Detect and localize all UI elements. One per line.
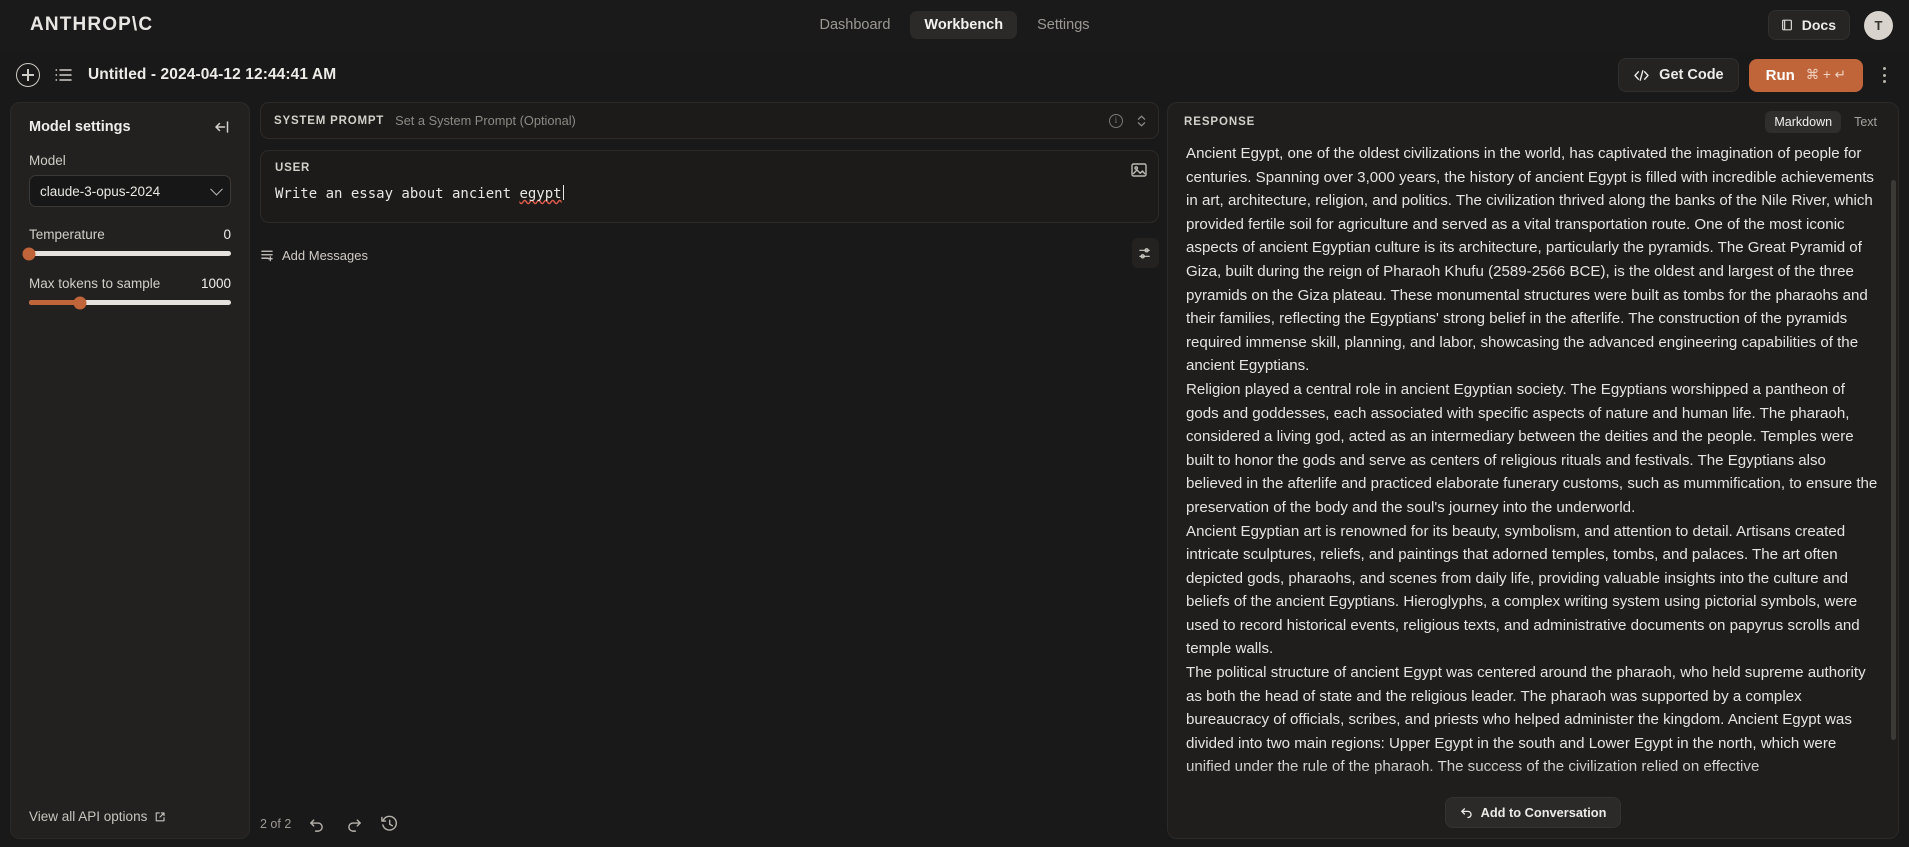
expand-collapse-icon[interactable] [1136,113,1147,129]
add-to-conversation-button[interactable]: Add to Conversation [1444,797,1622,828]
page-counter: 2 of 2 [260,816,292,831]
response-scrollbar[interactable] [1891,180,1896,740]
code-brackets-icon [1633,69,1650,82]
system-prompt-icons: i [1109,113,1147,129]
list-icon[interactable] [54,67,74,83]
toolbar-actions: Get Code Run ⌘ + ↵ [1618,50,1895,100]
nav-item-workbench[interactable]: Workbench [910,11,1018,39]
run-button-label: Run [1765,66,1795,84]
view-all-api-options-label: View all API options [29,809,148,824]
main-content: Model settings Model claude-3-opus-2024 … [0,100,1909,847]
max-tokens-label: Max tokens to sample [29,276,161,291]
model-select-value: claude-3-opus-2024 [40,183,161,199]
run-shortcut-label: ⌘ + ↵ [1805,67,1846,82]
reply-arrow-icon [1460,806,1473,819]
system-prompt-label: SYSTEM PROMPT [274,114,385,127]
temperature-label: Temperature [29,227,105,242]
add-to-conversation-label: Add to Conversation [1480,805,1607,820]
book-icon [1780,18,1794,32]
anthropic-logo: ANTHROP\C [30,14,154,35]
response-paragraph: Religion played a central role in ancien… [1186,380,1878,516]
add-messages-row: Add Messages [260,238,1159,269]
temperature-slider-thumb[interactable] [22,247,36,260]
user-message-text[interactable]: Write an essay about ancient egypt [275,185,1144,202]
model-settings-header: Model settings [29,119,231,135]
page-title[interactable]: Untitled - 2024-04-12 12:44:41 AM [88,66,336,84]
info-icon[interactable]: i [1109,113,1123,128]
redo-icon[interactable] [344,814,363,833]
response-paragraph: The political structure of ancient Egypt… [1186,664,1866,776]
user-message-text-plain: Write an essay about ancient [275,186,520,202]
image-attach-icon[interactable] [1130,161,1148,179]
response-body[interactable]: Ancient Egypt, one of the oldest civiliz… [1168,140,1898,838]
user-message-field[interactable]: USER Write an essay about ancient egypt [260,150,1159,223]
add-messages-icon [260,248,274,262]
temperature-setting: Temperature 0 [22,227,231,260]
system-prompt-placeholder: Set a System Prompt (Optional) [395,113,576,128]
response-view-text[interactable]: Text [1845,111,1886,133]
chevron-down-icon [210,182,223,196]
external-link-icon [154,811,166,823]
response-paragraph: Ancient Egyptian art is renowned for its… [1186,522,1860,658]
response-paragraph: Ancient Egypt, one of the oldest civiliz… [1186,145,1874,375]
max-tokens-setting: Max tokens to sample 1000 [29,276,231,309]
run-button[interactable]: Run ⌘ + ↵ [1748,58,1863,92]
temperature-value: 0 [223,227,231,242]
get-code-button[interactable]: Get Code [1618,58,1739,92]
response-label: RESPONSE [1184,115,1256,128]
max-tokens-slider-thumb[interactable] [73,296,86,309]
sliders-icon[interactable] [1132,238,1159,268]
collapse-panel-icon[interactable] [213,119,231,135]
add-messages-button[interactable]: Add Messages [260,248,368,263]
undo-icon[interactable] [308,814,327,833]
prompt-footer-controls: 2 of 2 [260,814,399,833]
response-panel: RESPONSE Markdown Text Ancient Egypt, on… [1167,102,1899,839]
top-nav-right: Docs T [1767,0,1893,50]
model-field-label: Model [29,153,66,168]
model-settings-title: Model settings [29,119,131,135]
avatar[interactable]: T [1864,10,1893,40]
get-code-label: Get Code [1659,67,1724,83]
system-prompt-field[interactable]: SYSTEM PROMPT Set a System Prompt (Optio… [260,102,1159,139]
history-icon[interactable] [380,814,399,833]
max-tokens-value: 1000 [200,276,231,291]
model-settings-panel: Model settings Model claude-3-opus-2024 … [10,102,250,839]
max-tokens-slider[interactable] [29,296,231,309]
main-nav: Dashboard Workbench Settings [805,11,1103,39]
add-messages-label: Add Messages [282,247,368,263]
nav-item-dashboard[interactable]: Dashboard [805,11,904,39]
top-navigation-bar: ANTHROP\C Dashboard Workbench Settings D… [0,0,1909,50]
nav-item-settings[interactable]: Settings [1023,11,1103,39]
temperature-slider[interactable] [22,247,231,260]
user-message-label: USER [275,162,311,174]
prompt-editor-panel: SYSTEM PROMPT Set a System Prompt (Optio… [260,102,1159,839]
kebab-menu-icon[interactable] [1873,61,1895,89]
docs-button[interactable]: Docs [1767,10,1850,40]
response-view-toggle: Markdown Text [1765,110,1886,133]
model-select[interactable]: claude-3-opus-2024 [29,175,231,207]
response-header: RESPONSE Markdown Text [1168,103,1898,140]
docs-button-label: Docs [1801,17,1836,33]
user-message-text-misspelled: egypt [519,186,562,202]
max-tokens-slider-fill [29,300,80,305]
response-view-markdown[interactable]: Markdown [1765,110,1842,133]
circle-plus-icon[interactable] [16,63,40,87]
text-cursor [562,185,565,200]
view-all-api-options-link[interactable]: View all API options [29,809,231,824]
add-to-conversation-wrap: Add to Conversation [1168,797,1898,828]
workbench-toolbar: Untitled - 2024-04-12 12:44:41 AM Get Co… [0,50,1909,100]
